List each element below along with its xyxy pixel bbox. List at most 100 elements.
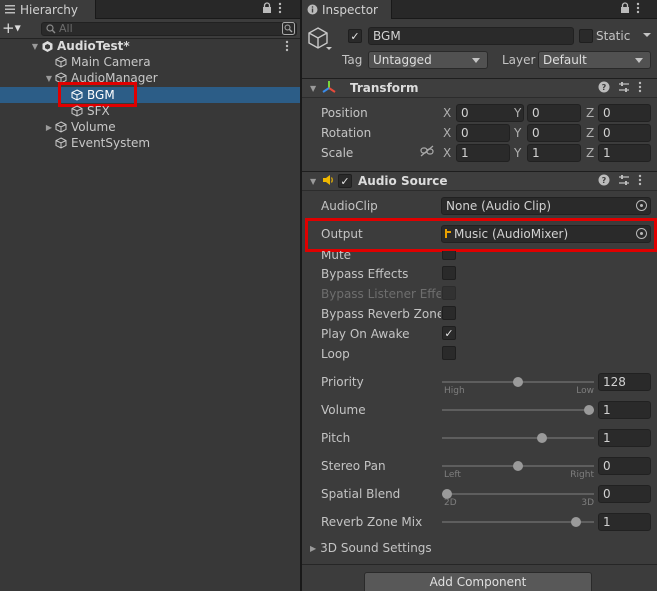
scene-menu-icon[interactable]: [285, 40, 289, 55]
expand-triangle-icon[interactable]: ▼: [44, 74, 54, 83]
svg-text:?: ?: [602, 176, 607, 185]
active-checkbox[interactable]: ✓: [348, 29, 362, 43]
hierarchy-row-scene[interactable]: ▼ AudioTest*: [0, 38, 300, 54]
help-icon[interactable]: ?: [598, 81, 610, 96]
loop-label: Loop: [321, 347, 350, 361]
hierarchy-row-audiomanager[interactable]: ▼ AudioManager: [0, 70, 300, 86]
scale-y-field[interactable]: 1: [527, 144, 581, 162]
audio-source-enabled-checkbox[interactable]: ✓: [338, 174, 352, 188]
audio-source-icon: [322, 174, 338, 189]
svg-text:?: ?: [602, 83, 607, 92]
slider-label: Spatial Blend: [321, 487, 401, 501]
scale-z-field[interactable]: 1: [598, 144, 651, 162]
object-name-field[interactable]: BGM: [368, 27, 574, 45]
lock-icon[interactable]: [620, 2, 630, 17]
hierarchy-row-main-camera[interactable]: Main Camera: [0, 54, 300, 70]
kebab-menu-icon[interactable]: [636, 2, 640, 17]
slider-max-caption: Low: [576, 386, 594, 396]
object-picker-icon[interactable]: [636, 200, 647, 211]
slider-thumb[interactable]: [513, 377, 523, 387]
lock-icon[interactable]: [262, 2, 272, 17]
slider-thumb[interactable]: [584, 405, 594, 415]
axis-z-label[interactable]: Z: [586, 126, 594, 140]
slider-label: Volume: [321, 403, 366, 417]
slider-value-field[interactable]: 1: [598, 401, 651, 419]
static-checkbox[interactable]: [579, 29, 593, 43]
bypass-effects-checkbox[interactable]: [442, 266, 456, 280]
search-icon: [46, 24, 56, 37]
slider-track[interactable]: [442, 493, 594, 495]
gameobject-large-icon[interactable]: [306, 25, 334, 58]
component-divider: [302, 564, 657, 565]
gameobject-cube-icon: [54, 136, 68, 150]
hierarchy-row-eventsystem[interactable]: EventSystem: [0, 135, 300, 151]
axis-z-label[interactable]: Z: [586, 106, 594, 120]
preset-sliders-icon[interactable]: [618, 174, 630, 189]
expand-triangle-icon[interactable]: ▼: [310, 84, 322, 93]
component-menu-icon[interactable]: [638, 174, 642, 189]
gameobject-cube-icon: [54, 55, 68, 69]
create-dropdown-button[interactable]: +▼: [2, 21, 21, 36]
slider-value-field[interactable]: 1: [598, 429, 651, 447]
tag-dropdown[interactable]: Untagged: [368, 51, 488, 69]
add-component-button[interactable]: Add Component: [364, 572, 592, 591]
axis-x-label[interactable]: X: [443, 146, 451, 160]
slider-value-field[interactable]: 128: [598, 373, 651, 391]
expand-triangle-icon[interactable]: ▼: [30, 42, 40, 51]
transform-axes-icon: [322, 80, 350, 97]
bypass-effects-label: Bypass Effects: [321, 267, 409, 281]
layer-label: Layer: [502, 53, 536, 67]
rotation-x-field[interactable]: 0: [456, 124, 510, 142]
slider-label: Reverb Zone Mix: [321, 515, 423, 529]
axis-z-label[interactable]: Z: [586, 146, 594, 160]
bypass-reverb-zones-checkbox[interactable]: [442, 306, 456, 320]
slider-value-field[interactable]: 0: [598, 485, 651, 503]
hierarchy-row-volume[interactable]: ▶ Volume: [0, 119, 300, 135]
play-on-awake-checkbox[interactable]: ✓: [442, 326, 456, 340]
search-filter-icon[interactable]: [282, 22, 295, 38]
slider-thumb[interactable]: [513, 461, 523, 471]
hierarchy-row-bgm[interactable]: BGM: [0, 87, 300, 103]
axis-y-label[interactable]: Y: [514, 106, 521, 120]
kebab-menu-icon[interactable]: [278, 2, 282, 17]
hierarchy-item-label: EventSystem: [71, 136, 151, 150]
tab-hierarchy[interactable]: Hierarchy: [0, 0, 96, 19]
plus-icon: +: [2, 19, 15, 37]
link-constraint-icon[interactable]: [420, 145, 434, 160]
slider-min-caption: 2D: [444, 498, 457, 508]
slider-track[interactable]: [442, 409, 594, 411]
position-z-field[interactable]: 0: [598, 104, 651, 122]
layer-dropdown[interactable]: Default: [538, 51, 651, 69]
axis-y-label[interactable]: Y: [514, 126, 521, 140]
slider-thumb[interactable]: [571, 517, 582, 527]
slider-value-field[interactable]: 1: [598, 513, 651, 531]
3d-sound-settings-foldout[interactable]: ▶ 3D Sound Settings: [310, 541, 432, 555]
slider-thumb[interactable]: [537, 433, 548, 443]
collapsed-triangle-icon: ▶: [310, 543, 317, 553]
hierarchy-row-sfx[interactable]: SFX: [0, 103, 300, 119]
play-on-awake-label: Play On Awake: [321, 327, 410, 341]
axis-x-label[interactable]: X: [443, 126, 451, 140]
expand-triangle-icon[interactable]: ▼: [310, 177, 322, 186]
tab-hierarchy-label: Hierarchy: [20, 2, 79, 17]
collapsed-triangle-icon[interactable]: ▶: [44, 123, 54, 132]
slider-track[interactable]: [442, 437, 594, 439]
static-dropdown-icon[interactable]: [643, 29, 651, 44]
position-y-field[interactable]: 0: [527, 104, 581, 122]
audioclip-field[interactable]: None (Audio Clip): [441, 197, 651, 215]
tab-inspector[interactable]: Inspector: [302, 0, 392, 19]
axis-x-label[interactable]: X: [443, 106, 451, 120]
audio-source-title: Audio Source: [358, 174, 448, 188]
help-icon[interactable]: ?: [598, 174, 610, 189]
component-menu-icon[interactable]: [638, 81, 642, 96]
rotation-y-field[interactable]: 0: [527, 124, 581, 142]
preset-sliders-icon[interactable]: [618, 81, 630, 96]
slider-max-caption: Right: [570, 470, 594, 480]
loop-checkbox[interactable]: [442, 346, 456, 360]
mute-checkbox[interactable]: [442, 251, 456, 260]
hierarchy-search-input[interactable]: All: [41, 22, 297, 36]
scale-x-field[interactable]: 1: [456, 144, 510, 162]
axis-y-label[interactable]: Y: [514, 146, 521, 160]
slider-value-field[interactable]: 0: [598, 457, 651, 475]
rotation-z-field[interactable]: 0: [598, 124, 651, 142]
